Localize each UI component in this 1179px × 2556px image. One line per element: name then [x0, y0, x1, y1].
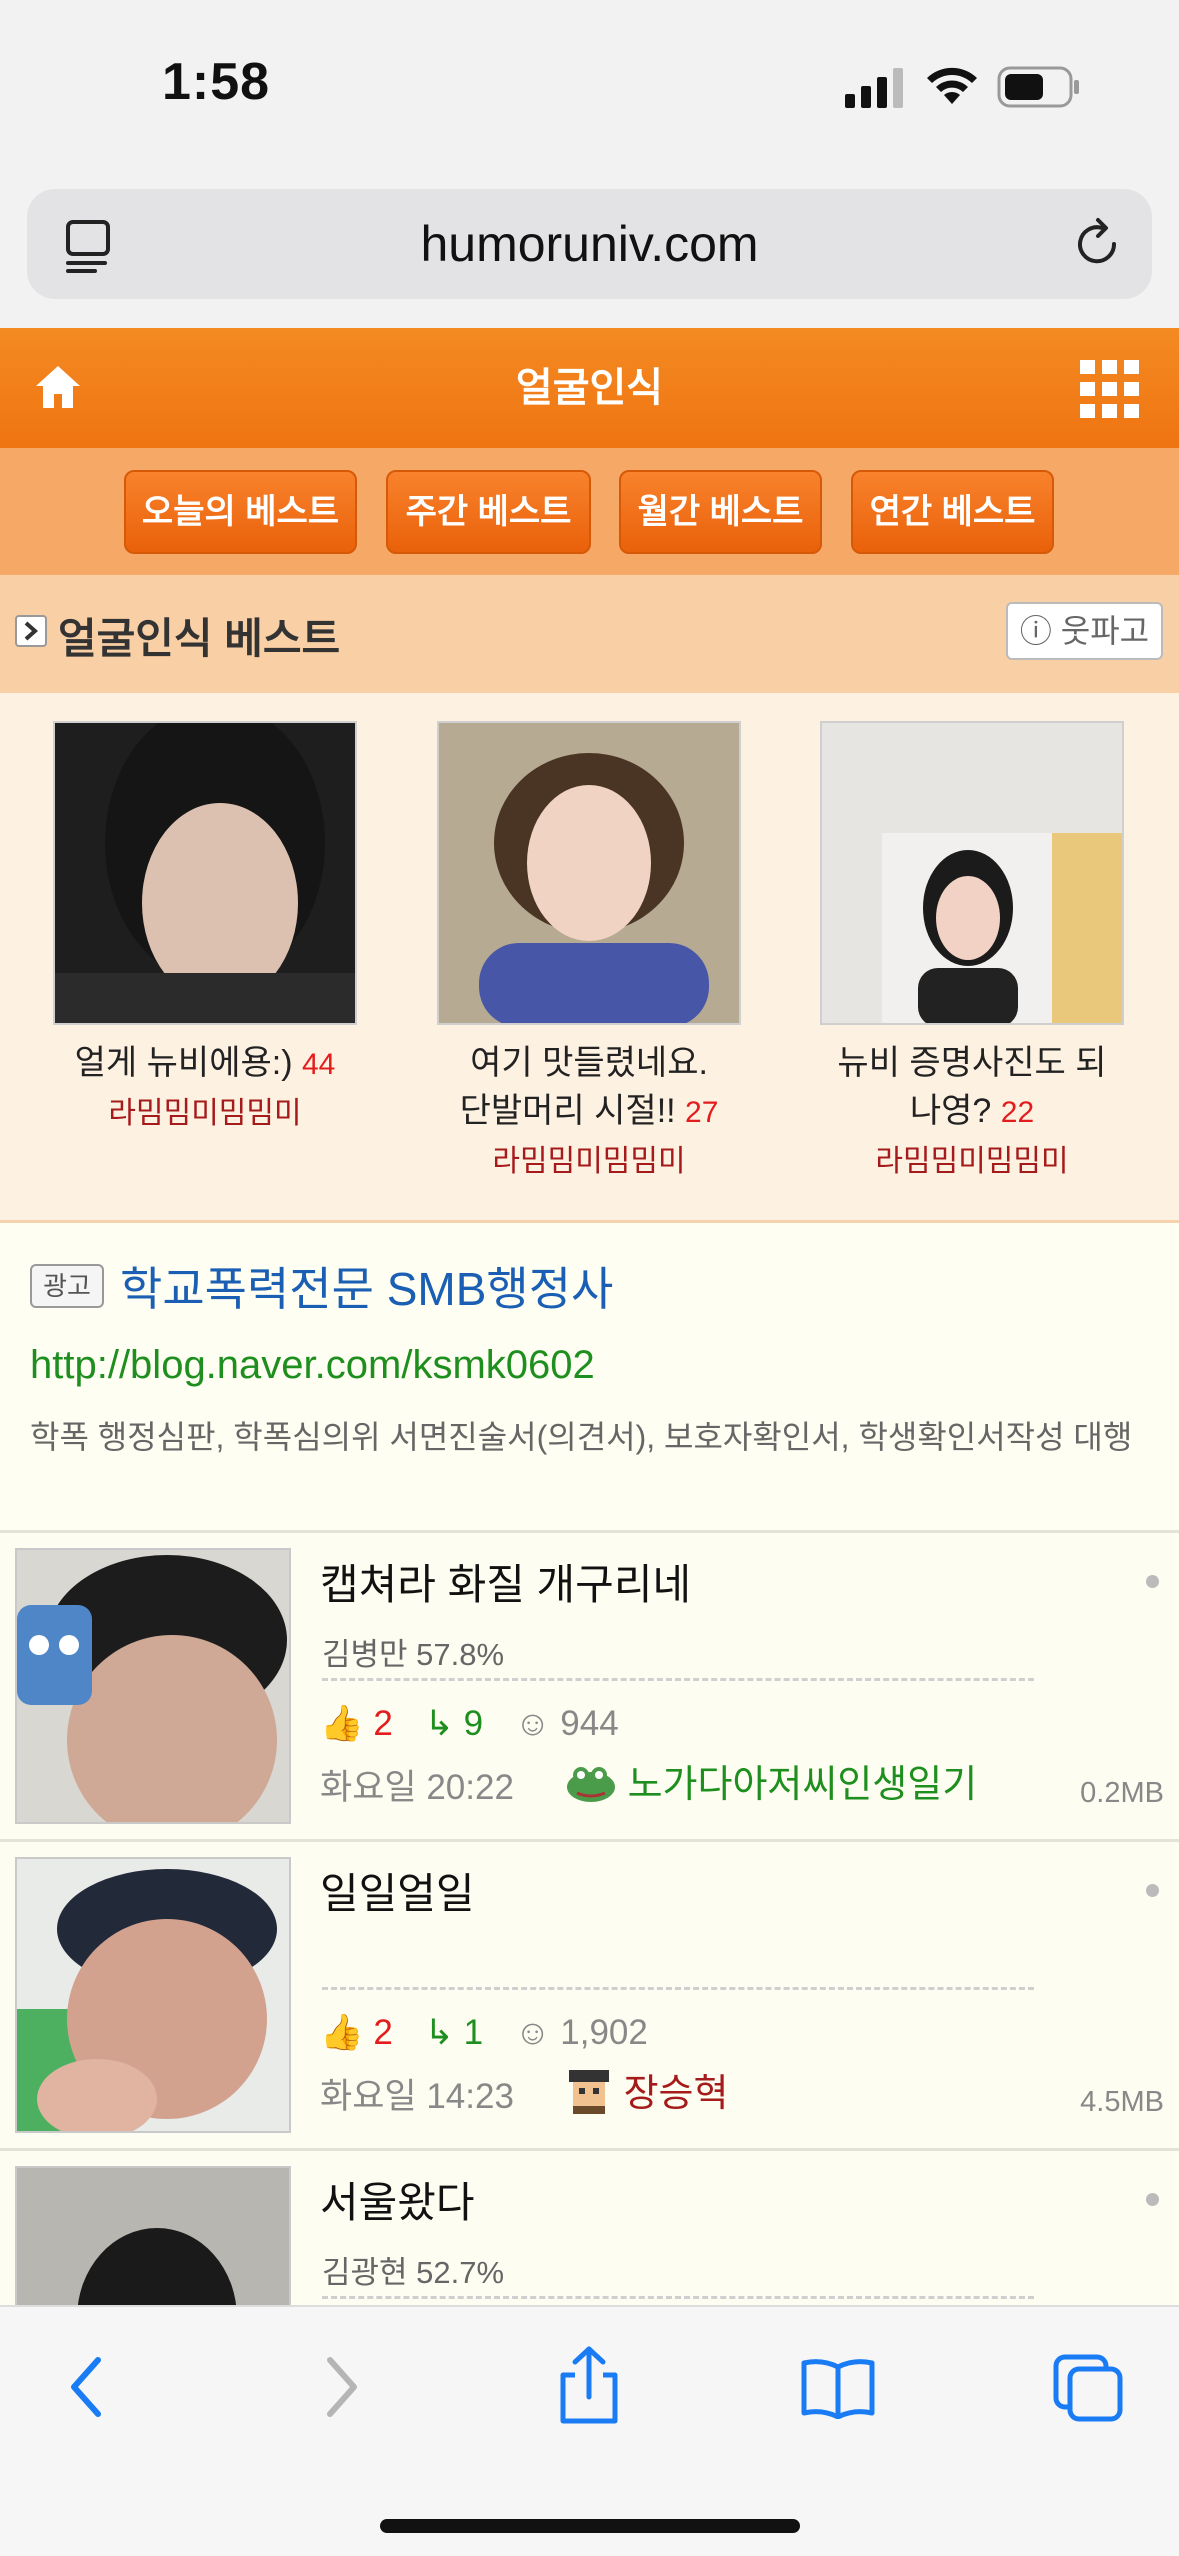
- tab-weekly-best[interactable]: 주간 베스트: [386, 470, 591, 554]
- browser-toolbar: humoruniv.com: [0, 175, 1179, 328]
- wifi-icon: [927, 67, 977, 104]
- status-dot: [1146, 1884, 1159, 1897]
- cellular-signal-icon: [845, 68, 903, 108]
- view-icon: ☺: [514, 1704, 551, 1743]
- status-time: 1:58: [162, 53, 271, 111]
- best-author[interactable]: 라밈밈미밈밈미: [25, 1089, 385, 1139]
- ad-block[interactable]: 광고 학교폭력전문 SMB행정사 http://blog.naver.com/k…: [0, 1223, 1179, 1533]
- divider: [322, 2296, 1034, 2299]
- home-indicator: [380, 2519, 800, 2533]
- face-match: 김병만 57.8%: [322, 1637, 505, 1672]
- reply-icon: ↳: [424, 1704, 454, 1743]
- best-author[interactable]: 라밈밈미밈밈미: [409, 1137, 769, 1187]
- file-size: 4.5MB: [1080, 2086, 1164, 2118]
- best-item[interactable]: 얼게 뉴비에용:) 44 라밈밈미밈밈미: [25, 721, 385, 1139]
- post-time: 화요일 14:23: [320, 2077, 514, 2116]
- best-thumbnail[interactable]: [820, 721, 1124, 1025]
- site-header: 얼굴인식: [0, 328, 1179, 448]
- list-item[interactable]: 일일얼일 👍 2 ↳ 1 ☺ 1,902 화요일 14:23 장승혁 4.5MB: [0, 1842, 1179, 2151]
- grid-menu-icon[interactable]: [1080, 360, 1140, 418]
- page-title: 얼굴인식: [515, 366, 664, 410]
- best-caption: 여기 맛들렸네요.: [470, 1044, 708, 1082]
- ad-url-link[interactable]: http://blog.naver.com/ksmk0602: [30, 1343, 595, 1388]
- best-tabs: 오늘의 베스트 주간 베스트 월간 베스트 연간 베스트: [0, 448, 1179, 575]
- best-author[interactable]: 라밈밈미밈밈미: [792, 1137, 1152, 1187]
- forward-icon[interactable]: [322, 2354, 362, 2420]
- post-stats: 👍 2 ↳ 1 ☺ 1,902: [320, 2012, 670, 2053]
- chevron-right-icon: [15, 615, 47, 647]
- reply-icon: ↳: [424, 2013, 454, 2052]
- pixel-avatar-icon: [569, 2070, 609, 2114]
- tabs-icon[interactable]: [1052, 2353, 1124, 2423]
- best-item[interactable]: 뉴비 증명사진도 되 나영? 22 라밈밈미밈밈미: [792, 721, 1152, 1187]
- best-caption: 얼게 뉴비에용:): [74, 1044, 293, 1082]
- tab-monthly-best[interactable]: 월간 베스트: [619, 470, 822, 554]
- best-section-title: 얼굴인식 베스트: [58, 615, 341, 662]
- reply-count: 9: [463, 1704, 484, 1743]
- share-icon[interactable]: [555, 2345, 623, 2425]
- status-dot: [1146, 2193, 1159, 2206]
- divider: [322, 1987, 1034, 1990]
- reload-icon[interactable]: [1070, 217, 1124, 271]
- best-thumbnail[interactable]: [437, 721, 741, 1025]
- like-count: 2: [373, 1704, 393, 1743]
- post-time: 화요일 20:22: [320, 1768, 514, 1807]
- divider: [322, 1678, 1034, 1681]
- info-button[interactable]: ⓘ 웃파고: [1006, 602, 1163, 660]
- post-title[interactable]: 서울왔다: [320, 2169, 475, 2230]
- view-count: 944: [560, 1704, 619, 1743]
- post-thumbnail[interactable]: [15, 1857, 291, 2133]
- best-section-header: 얼굴인식 베스트 ⓘ 웃파고: [0, 575, 1179, 693]
- status-dot: [1146, 1575, 1159, 1588]
- ad-title-link[interactable]: 학교폭력전문 SMB행정사: [120, 1253, 613, 1319]
- status-bar: 1:58: [0, 0, 1179, 175]
- best-thumbnail[interactable]: [53, 721, 357, 1025]
- comment-count: 22: [1000, 1096, 1035, 1129]
- post-author-name[interactable]: 장승혁: [624, 2073, 729, 2115]
- best-caption: 뉴비 증명사진도 되: [837, 1044, 1107, 1082]
- best-caption-2: 나영?: [909, 1092, 992, 1130]
- tab-yearly-best[interactable]: 연간 베스트: [851, 470, 1054, 554]
- back-icon[interactable]: [66, 2354, 106, 2420]
- battery-icon: [997, 66, 1079, 108]
- post-thumbnail[interactable]: [15, 1548, 291, 1824]
- best-caption-2: 단발머리 시절!!: [459, 1092, 676, 1130]
- comment-count: 44: [301, 1048, 336, 1081]
- post-stats: 👍 2 ↳ 9 ☺ 944: [320, 1703, 641, 1744]
- post-author[interactable]: 장승혁: [565, 2062, 728, 2117]
- reply-count: 1: [463, 2013, 484, 2052]
- view-icon: ☺: [514, 2013, 551, 2052]
- address-bar[interactable]: humoruniv.com: [27, 189, 1152, 299]
- comment-count: 27: [685, 1096, 719, 1129]
- tab-today-best[interactable]: 오늘의 베스트: [124, 470, 357, 554]
- like-count: 2: [373, 2013, 393, 2052]
- post-author[interactable]: 노가다아저씨인생일기: [565, 1753, 977, 1808]
- url-text[interactable]: humoruniv.com: [27, 189, 1152, 299]
- view-count: 1,902: [560, 2013, 648, 2052]
- file-size: 0.2MB: [1080, 1777, 1164, 1809]
- safari-bottom-toolbar: [0, 2305, 1179, 2556]
- thumbs-up-icon: 👍: [320, 2013, 364, 2052]
- best-item[interactable]: 여기 맛들렸네요. 단발머리 시절!! 27 라밈밈미밈밈미: [409, 721, 769, 1187]
- best-grid: 얼게 뉴비에용:) 44 라밈밈미밈밈미 여기 맛들렸네요. 단발머리 시절!!…: [0, 693, 1179, 1223]
- list-item[interactable]: 캡쳐라 화질 개구리네 김병만 57.8% 👍 2 ↳ 9 ☺ 944 화요일 …: [0, 1533, 1179, 1842]
- ad-description: 학폭 행정심판, 학폭심의위 서면진술서(의견서), 보호자확인서, 학생확인서…: [30, 1419, 1133, 1455]
- ad-badge: 광고: [30, 1264, 104, 1308]
- bookmarks-icon[interactable]: [800, 2357, 876, 2419]
- post-author-name[interactable]: 노가다아저씨인생일기: [628, 1764, 978, 1806]
- post-title[interactable]: 캡쳐라 화질 개구리네: [320, 1551, 691, 1612]
- frog-avatar-icon: [567, 1767, 615, 1802]
- thumbs-up-icon: 👍: [320, 1704, 364, 1743]
- post-title[interactable]: 일일얼일: [320, 1860, 475, 1921]
- face-match: 김광현 52.7%: [322, 2255, 505, 2290]
